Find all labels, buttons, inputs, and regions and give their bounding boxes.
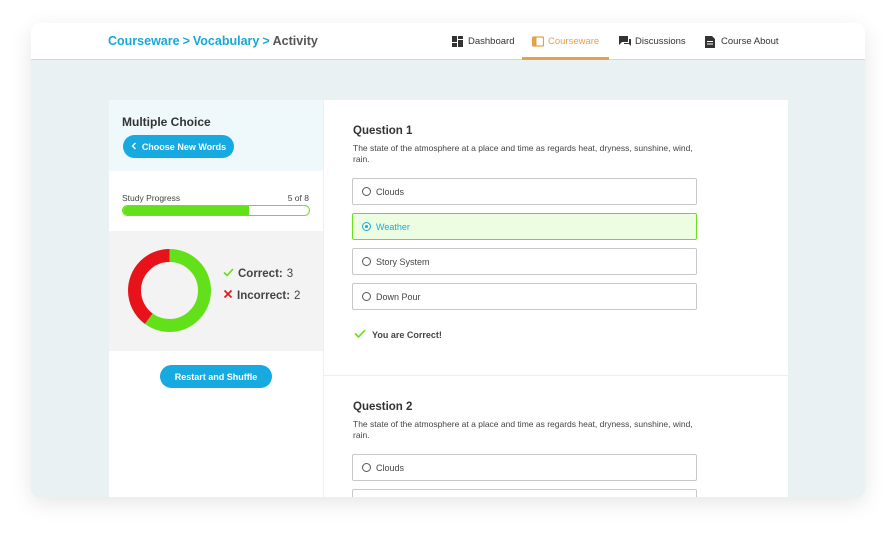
question-text: The state of the atmosphere at a place a… (353, 419, 693, 440)
choose-new-words-button[interactable]: Choose New Words (123, 135, 234, 158)
sidebar-header: Multiple Choice Choose New Words (109, 100, 323, 171)
nav-courseware-label: Courseware (548, 36, 600, 47)
restart-shuffle-button[interactable]: Restart and Shuffle (160, 365, 272, 388)
question-title: Question 2 (353, 401, 413, 413)
chat-icon (619, 36, 631, 47)
document-icon (705, 36, 716, 48)
answer-option[interactable] (352, 489, 697, 497)
breadcrumb-current: Activity (272, 34, 318, 48)
progress-bar-fill (123, 206, 249, 215)
progress-label: Study Progress (122, 193, 181, 203)
breadcrumb-separator: > (182, 34, 190, 48)
question-divider (324, 375, 789, 376)
progress-bar (122, 205, 310, 216)
answer-option[interactable]: Clouds (352, 454, 697, 481)
answer-option-selected[interactable]: Weather (352, 213, 697, 240)
nav-discussions-label: Discussions (635, 36, 686, 47)
nav-discussions[interactable]: Discussions (619, 23, 686, 60)
nav-course-about-label: Course About (721, 36, 779, 47)
answer-feedback: You are Correct! (354, 329, 442, 340)
choose-new-words-label: Choose New Words (141, 141, 227, 152)
radio-button[interactable] (362, 463, 371, 472)
question-title: Question 1 (353, 125, 413, 137)
answer-option-label: Story System (376, 256, 430, 267)
chevron-left-icon (131, 142, 137, 152)
activity-title: Multiple Choice (122, 115, 211, 129)
radio-button-checked[interactable] (362, 222, 371, 231)
incorrect-label: Incorrect: (237, 289, 291, 302)
nav-course-about[interactable]: Course About (705, 23, 779, 60)
app-window: Courseware > Vocabulary > Activity Dashboard… (31, 23, 865, 497)
cross-icon (223, 289, 233, 302)
check-icon (223, 268, 234, 280)
answer-option-label: Clouds (376, 186, 405, 197)
sidebar: Multiple Choice Choose New Words Study P… (109, 100, 323, 497)
activity-panel: Multiple Choice Choose New Words Study P… (109, 100, 789, 497)
radio-button[interactable] (362, 187, 371, 196)
nav-courseware[interactable]: Courseware (521, 23, 610, 60)
answer-option[interactable]: Clouds (352, 178, 697, 205)
breadcrumb-link-courseware[interactable]: Courseware (108, 34, 180, 48)
breadcrumb: Courseware > Vocabulary > Activity (108, 34, 318, 48)
nav-dashboard-label: Dashboard (468, 36, 515, 47)
incorrect-stat: Incorrect: 2 (223, 289, 300, 302)
answer-option-label: Clouds (376, 462, 405, 473)
top-bar: Courseware > Vocabulary > Activity Dashboard… (31, 23, 865, 60)
score-summary: Correct: 3 Incorrect: 2 (109, 231, 323, 351)
radio-button[interactable] (362, 292, 371, 301)
dashboard-icon (452, 36, 463, 47)
question-text: The state of the atmosphere at a place a… (353, 143, 693, 164)
correct-stat: Correct: 3 (223, 268, 293, 280)
incorrect-count: 2 (294, 289, 301, 302)
answer-option-label: Down Pour (376, 291, 421, 302)
check-icon (354, 329, 366, 340)
nav-dashboard[interactable]: Dashboard (452, 23, 514, 60)
correct-label: Correct: (238, 268, 283, 280)
answer-option-label: Weather (376, 221, 410, 232)
book-icon (531, 36, 545, 47)
answer-option[interactable]: Story System (352, 248, 697, 275)
progress-count: 5 of 8 (287, 193, 309, 203)
breadcrumb-link-vocabulary[interactable]: Vocabulary (193, 34, 259, 48)
correct-count: 3 (286, 268, 294, 280)
radio-button[interactable] (362, 257, 371, 266)
question-list: Question 1 The state of the atmosphere a… (323, 100, 789, 497)
feedback-text: You are Correct! (372, 329, 442, 340)
breadcrumb-separator: > (262, 34, 270, 48)
answer-option[interactable]: Down Pour (352, 283, 697, 310)
score-donut-chart (128, 249, 211, 332)
